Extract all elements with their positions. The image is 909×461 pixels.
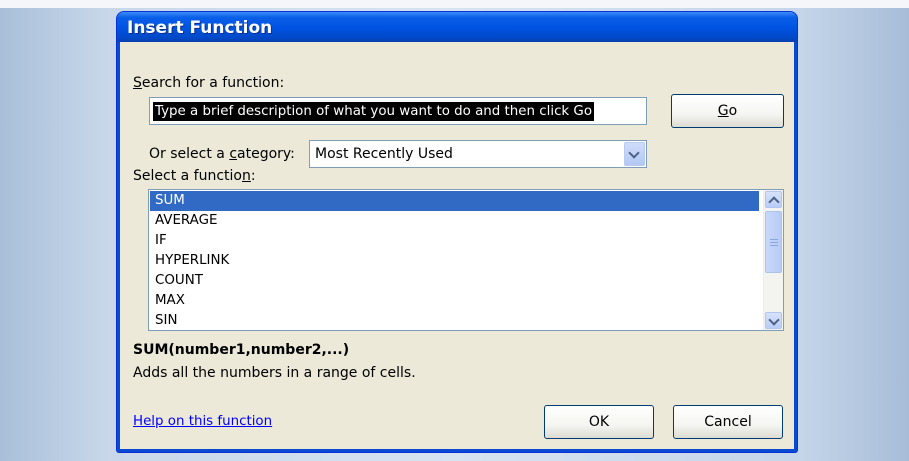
function-item-sin[interactable]: SIN: [150, 311, 759, 330]
category-label: Or select a category:: [149, 146, 295, 162]
help-on-function-link[interactable]: Help on this function: [133, 414, 272, 429]
grip-line: [770, 239, 778, 240]
cancel-button[interactable]: Cancel: [673, 405, 783, 439]
dialog-title: Insert Function: [127, 18, 273, 38]
insert-function-dialog: Insert Function Search for a function: T…: [117, 12, 797, 452]
function-item-average[interactable]: AVERAGE: [150, 211, 759, 231]
scroll-up-button[interactable]: [765, 191, 782, 208]
search-label: Search for a function:: [133, 75, 284, 91]
dialog-body: Search for a function: Type a brief desc…: [120, 42, 794, 449]
category-dropdown-button[interactable]: [624, 142, 645, 166]
function-item-count[interactable]: COUNT: [150, 271, 759, 291]
category-label-accesskey: c: [229, 146, 238, 162]
search-label-accesskey: S: [133, 75, 142, 91]
scroll-down-button[interactable]: [765, 312, 782, 329]
functions-label-a: Select a functio: [133, 168, 242, 184]
grip-line: [770, 242, 778, 243]
dialog-titlebar[interactable]: Insert Function: [117, 12, 797, 42]
search-input-value: Type a brief description of what you wan…: [153, 102, 595, 121]
function-list[interactable]: SUM AVERAGE IF HYPERLINK COUNT MAX SIN: [148, 189, 784, 331]
go-button[interactable]: Go: [671, 94, 784, 128]
search-label-text: earch for a function:: [141, 75, 285, 91]
function-item-if[interactable]: IF: [150, 231, 759, 251]
scroll-thumb[interactable]: [765, 211, 782, 273]
function-item-max[interactable]: MAX: [150, 291, 759, 311]
function-description: Adds all the numbers in a range of cells…: [133, 365, 416, 381]
function-syntax: SUM(number1,number2,...): [133, 342, 350, 358]
desktop-top-strip: [0, 0, 909, 8]
go-button-label: o: [728, 103, 738, 119]
function-item-sum[interactable]: SUM: [150, 191, 759, 211]
chevron-down-icon: [628, 147, 640, 159]
functions-label-accesskey: n: [242, 168, 251, 184]
search-input[interactable]: Type a brief description of what you wan…: [149, 97, 647, 125]
functions-label: Select a function:: [133, 168, 256, 184]
category-select[interactable]: Most Recently Used: [309, 140, 647, 168]
grip-line: [770, 245, 778, 246]
functions-label-b: :: [250, 168, 256, 184]
category-label-b: ategory:: [237, 146, 295, 162]
go-button-accesskey: G: [717, 103, 729, 119]
chevron-up-icon: [768, 196, 780, 208]
function-item-hyperlink[interactable]: HYPERLINK: [150, 251, 759, 271]
category-select-value: Most Recently Used: [315, 146, 453, 162]
function-list-scrollbar[interactable]: [763, 190, 783, 330]
category-label-a: Or select a: [149, 146, 230, 162]
chevron-down-icon: [768, 314, 780, 326]
ok-button[interactable]: OK: [544, 405, 654, 439]
